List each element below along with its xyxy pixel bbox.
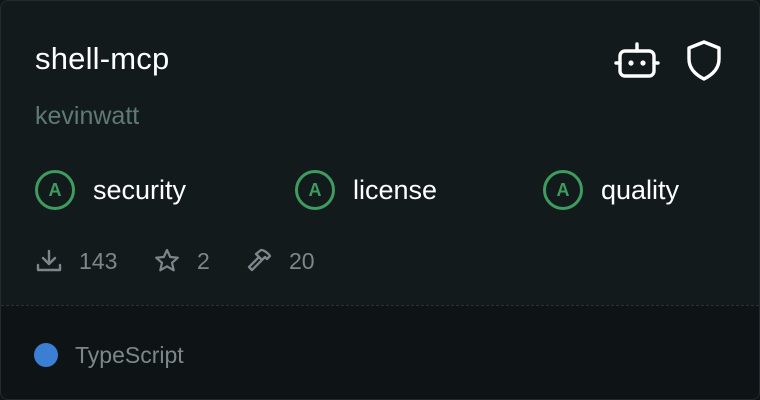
shield-icon [687,40,721,81]
stars-count: 2 [197,247,210,274]
grade-badge: A [295,170,335,210]
stat-downloads: 143 [35,241,117,281]
grade-label-quality: quality [601,174,680,205]
language-color-dot [34,343,58,367]
grade-quality: A quality [543,167,679,213]
grade-label-license: license [353,174,438,205]
server-card[interactable]: shell-mcp kevinwatt A security A license… [0,0,760,400]
grade-badge: A [35,170,75,210]
grade-security: A security [35,167,186,213]
grade-license: A license [295,167,437,213]
tools-count: 20 [289,247,315,274]
server-title[interactable]: shell-mcp [35,39,169,79]
stat-stars: 2 [153,241,210,281]
grade-label-security: security [93,174,187,205]
downloads-count: 143 [79,247,118,274]
author-name[interactable]: kevinwatt [35,99,139,133]
grade-badge: A [543,170,583,210]
hammer-icon [247,248,272,272]
star-icon [155,248,179,272]
stat-tools: 20 [245,241,315,281]
card-footer: TypeScript [1,305,759,399]
robot-icon [614,42,660,78]
language-label: TypeScript [75,342,184,368]
download-icon [36,249,62,272]
